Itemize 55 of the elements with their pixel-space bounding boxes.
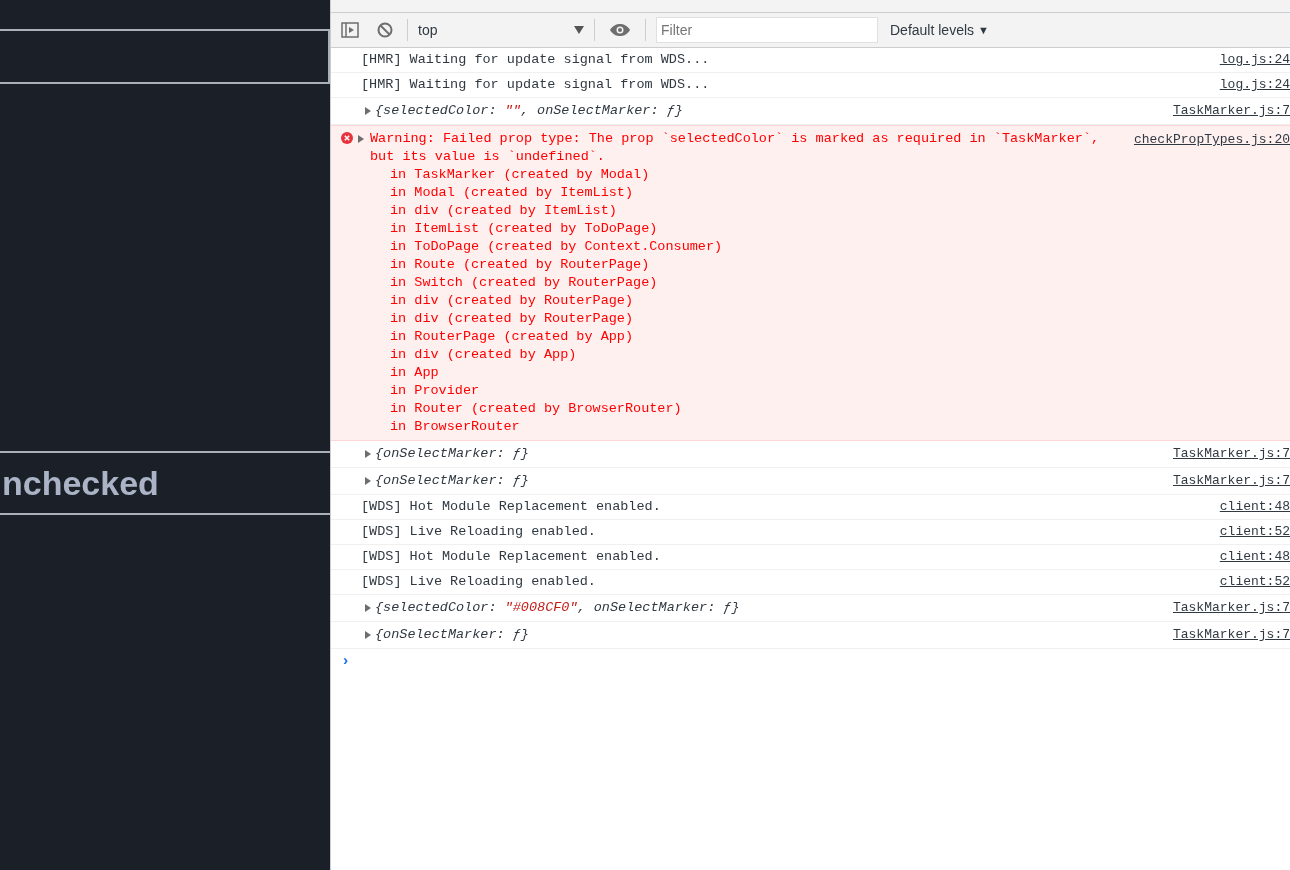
collapsed-triangle-icon[interactable] [357,135,365,143]
object-preview[interactable]: {selectedColor: "", onSelectMarker: ƒ} [375,100,683,122]
stack-frame: in div (created by RouterPage) [390,292,634,310]
source-link[interactable]: TaskMarker.js:7 [1156,598,1290,618]
stack-frame: in Switch (created by RouterPage) [390,274,658,292]
item-status-label: nchecked [1,462,159,504]
source-link[interactable]: TaskMarker.js:7 [1156,625,1290,645]
source-link[interactable]: client:48 [1203,547,1290,567]
stack-frame: in div (created by RouterPage) [390,310,634,328]
source-link[interactable]: client:48 [1203,497,1290,517]
object-preview[interactable]: {onSelectMarker: ƒ} [375,470,529,492]
error-icon [341,132,353,144]
source-link[interactable]: log.js:24 [1203,75,1290,95]
stack-frame: in ToDoPage (created by Context.Consumer) [390,238,723,256]
stack-frame: in Modal (created by ItemList) [390,184,634,202]
caret-icon [574,26,584,34]
context-select[interactable]: top [418,19,584,41]
source-link[interactable]: TaskMarker.js:7 [1156,444,1290,464]
object-preview[interactable]: {onSelectMarker: ƒ} [375,443,529,465]
sidebar-toggle-icon[interactable] [341,22,359,38]
stack-frame: in BrowserRouter [390,418,520,436]
stack-frame: in div (created by ItemList) [390,202,617,220]
collapsed-triangle-icon[interactable] [364,604,372,612]
object-preview[interactable]: {selectedColor: "#008CF0", onSelectMarker: ƒ} [375,597,740,619]
log-message: [HMR] Waiting for update signal from WDS... [361,75,710,94]
source-link[interactable]: log.js:24 [1203,50,1290,70]
log-message: [WDS] Live Reloading enabled. [361,572,596,591]
log-message: [WDS] Live Reloading enabled. [361,522,596,541]
collapsed-triangle-icon[interactable] [364,631,372,639]
log-message: [WDS] Hot Module Replacement enabled. [361,497,661,516]
source-link[interactable]: TaskMarker.js:7 [1156,471,1290,491]
filter-field[interactable]: Filter [656,17,878,43]
stack-frame: in App [390,364,439,382]
source-link[interactable]: client:52 [1203,572,1290,592]
collapsed-triangle-icon[interactable] [364,107,372,115]
levels-dropdown[interactable]: Default levels ▼ [890,19,989,41]
clear-icon[interactable] [377,22,393,38]
stack-frame: in TaskMarker (created by Modal) [390,166,650,184]
stack-frame: in Route (created by RouterPage) [390,256,650,274]
prompt-icon: › [341,650,350,674]
stack-frame: in RouterPage (created by App) [390,328,634,346]
eye-icon[interactable] [609,23,631,37]
source-link[interactable]: TaskMarker.js:7 [1156,101,1290,121]
stack-frame: in Router (created by BrowserRouter) [390,400,682,418]
collapsed-triangle-icon[interactable] [364,477,372,485]
stack-frame: in div (created by App) [390,346,577,364]
stack-frame: in Provider [390,382,480,400]
source-link[interactable]: client:52 [1203,522,1290,542]
collapsed-triangle-icon[interactable] [364,450,372,458]
source-link[interactable]: checkPropTypes.js:20 [1117,130,1290,150]
log-message: [WDS] Hot Module Replacement enabled. [361,547,661,566]
log-message: [HMR] Waiting for update signal from WDS... [361,50,710,69]
object-preview[interactable]: {onSelectMarker: ƒ} [375,624,529,646]
stack-frame: in ItemList (created by ToDoPage) [390,220,658,238]
error-message: Warning: Failed prop type: The prop `selectedColor` is marked as required in `TaskMarker`, but its value is `undefined`. [370,130,1100,166]
